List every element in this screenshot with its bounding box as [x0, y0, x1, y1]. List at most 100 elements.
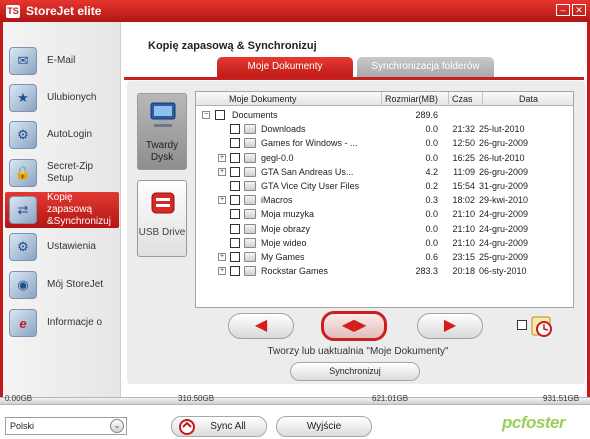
expand-icon[interactable]: +: [218, 167, 226, 176]
hard-disk-button[interactable]: Twardy Dysk: [137, 93, 187, 170]
sync-all-button[interactable]: Sync All: [171, 416, 267, 437]
folder-icon: [244, 223, 256, 234]
row-checkbox[interactable]: [230, 223, 240, 234]
folder-icon: [244, 152, 256, 163]
expand-icon[interactable]: +: [218, 267, 226, 276]
schedule-sync-icon[interactable]: [530, 313, 554, 339]
restore-button[interactable]: ◀: [228, 313, 294, 339]
table-row-root[interactable]: − Documents 289.6: [196, 108, 573, 122]
row-checkbox[interactable]: [230, 166, 240, 177]
table-row[interactable]: + GTA San Andreas Us... 4.2 11:09 26-gru-200…: [196, 165, 573, 179]
capacity-bar: [0, 397, 590, 405]
backup-button[interactable]: ▶: [417, 313, 483, 339]
row-name: Downloads: [261, 124, 306, 135]
row-date: 25-gru-2009: [479, 252, 529, 262]
table-row[interactable]: Moja muzyka 0.0 21:10 24-gru-2009: [196, 207, 573, 221]
row-checkbox[interactable]: [230, 195, 240, 206]
sidebar-item-label: Ustawienia: [47, 241, 96, 252]
folder-icon: [244, 124, 256, 135]
row-checkbox[interactable]: [230, 209, 240, 220]
folder-icon: [244, 166, 256, 177]
sidebar-item-autologin[interactable]: ⚙ AutoLogin: [5, 117, 119, 153]
row-size: 0.6: [425, 252, 438, 262]
settings-icon: ⚙: [9, 233, 37, 261]
hard-disk-label: Twardy Dysk: [145, 140, 179, 163]
sidebar-item-settings[interactable]: ⚙ Ustawienia: [5, 229, 119, 265]
row-time: 11:09: [453, 166, 475, 177]
sidebar-item-secret-zip[interactable]: 🔒 Secret-Zip Setup: [5, 155, 119, 191]
usb-drive-button[interactable]: USB Drive: [137, 180, 187, 257]
row-name: iMacros: [261, 195, 293, 206]
tab-folder-sync[interactable]: Synchronizacja folderów: [357, 57, 494, 77]
row-checkbox[interactable]: [230, 181, 240, 191]
language-select[interactable]: Polski ⌄: [5, 417, 127, 435]
column-header-size[interactable]: Rozmiar(MB): [381, 92, 441, 106]
column-header-time[interactable]: Czas: [448, 92, 480, 106]
column-header-date[interactable]: Data: [482, 92, 573, 106]
row-time: 21:10: [452, 223, 475, 234]
row-size: 289.6: [415, 110, 438, 120]
minimize-icon[interactable]: –: [556, 4, 570, 16]
backup-sync-icon: ⇄: [9, 196, 37, 224]
auto-sync-checkbox[interactable]: [517, 320, 527, 330]
row-name: Moje wideo: [261, 237, 307, 248]
folder-icon: [244, 195, 256, 206]
table-row[interactable]: Downloads 0.0 21:32 25-lut-2010: [196, 122, 573, 136]
row-time: 21:10: [452, 209, 475, 220]
folder-icon: [244, 252, 256, 262]
table-row[interactable]: + Rockstar Games 283.3 20:18 06-sty-2010: [196, 264, 573, 278]
synchronize-button[interactable]: Synchronizuj: [290, 362, 420, 381]
row-checkbox[interactable]: [215, 110, 225, 120]
table-row[interactable]: Moje wideo 0.0 21:10 24-gru-2009: [196, 236, 573, 250]
exit-button[interactable]: Wyjście: [276, 416, 372, 437]
close-icon[interactable]: ✕: [572, 4, 586, 16]
autologin-icon: ⚙: [9, 121, 37, 149]
row-date: 31-gru-2009: [479, 181, 529, 191]
row-name: Moje obrazy: [261, 223, 311, 234]
collapse-icon[interactable]: −: [202, 111, 210, 119]
expand-icon[interactable]: +: [218, 253, 226, 261]
sidebar-item-my-storejet[interactable]: ◉ Mój StoreJet: [5, 267, 119, 303]
row-date: 25-lut-2010: [479, 124, 525, 135]
row-name: GTA San Andreas Us...: [261, 166, 354, 177]
usb-drive-label: USB Drive: [138, 227, 186, 238]
sidebar-item-label: Kopię zapasową &Synchronizuj: [47, 192, 111, 227]
sidebar-item-label: Ulubionych: [47, 92, 97, 103]
row-date: 06-sty-2010: [479, 266, 527, 277]
row-size: 0.3: [425, 195, 438, 206]
tab-my-documents[interactable]: Moje Dokumenty: [217, 57, 353, 77]
row-checkbox[interactable]: [230, 252, 240, 262]
arrow-right-icon: ▶: [443, 317, 457, 334]
documents-table: Moje Dokumenty Rozmiar(MB) Czas Data − D…: [195, 91, 574, 308]
row-time: 15:54: [452, 181, 475, 191]
column-header-name[interactable]: Moje Dokumenty: [226, 92, 374, 106]
table-row[interactable]: + iMacros 0.3 18:02 29-kwi-2010: [196, 193, 573, 207]
row-time: 21:10: [452, 237, 475, 248]
row-checkbox[interactable]: [230, 152, 240, 163]
row-size: 4.2: [425, 166, 438, 177]
table-row[interactable]: GTA Vice City User Files 0.2 15:54 31-gru-2…: [196, 179, 573, 193]
table-row[interactable]: Games for Windows - ... 0.0 12:50 26-gru-20…: [196, 136, 573, 150]
row-checkbox[interactable]: [230, 237, 240, 248]
table-row[interactable]: Moje obrazy 0.0 21:10 24-gru-2009: [196, 222, 573, 236]
row-size: 0.0: [425, 138, 438, 149]
row-size: 0.0: [425, 223, 438, 234]
row-checkbox[interactable]: [230, 138, 240, 149]
sidebar-item-label: AutoLogin: [47, 129, 93, 140]
sidebar-item-info[interactable]: e Informacje o: [5, 305, 119, 341]
language-value: Polski: [10, 421, 35, 431]
folder-icon: [244, 138, 256, 149]
sidebar-item-backup-sync[interactable]: ⇄ Kopię zapasową &Synchronizuj: [5, 192, 119, 228]
sidebar-item-favorites[interactable]: ★ Ulubionych: [5, 80, 119, 116]
arrow-both-icon: ◀▶: [341, 317, 367, 334]
chevron-down-icon[interactable]: ⌄: [110, 419, 124, 433]
row-checkbox[interactable]: [230, 124, 240, 135]
row-checkbox[interactable]: [230, 266, 240, 277]
sync-both-button[interactable]: ◀▶: [321, 311, 387, 341]
expand-icon[interactable]: +: [218, 196, 226, 205]
sidebar-item-email[interactable]: ✉ E-Mail: [5, 43, 119, 79]
expand-icon[interactable]: +: [218, 153, 226, 162]
table-row[interactable]: + gegl-0.0 0.0 16:25 26-lut-2010: [196, 151, 573, 165]
secret-zip-icon: 🔒: [9, 159, 37, 187]
table-row[interactable]: + My Games 0.6 23:15 25-gru-2009: [196, 250, 573, 264]
